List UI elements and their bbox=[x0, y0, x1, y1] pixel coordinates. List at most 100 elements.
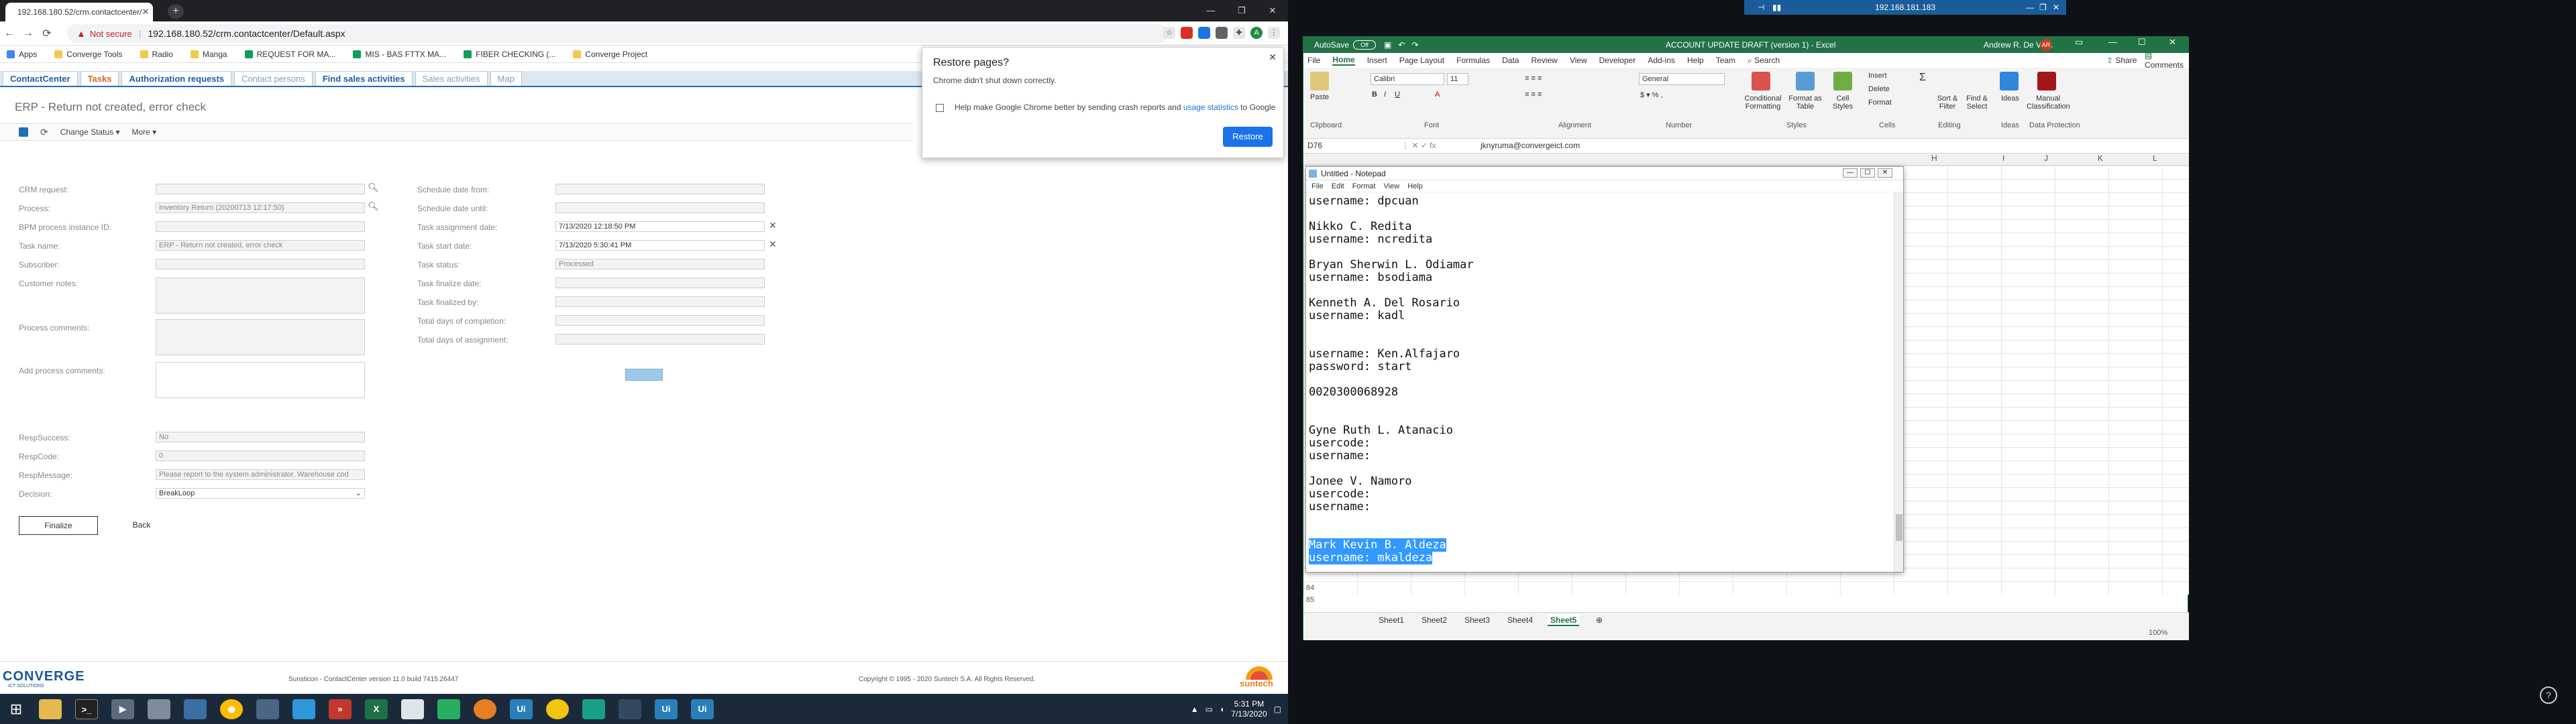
column-header[interactable]: I bbox=[2002, 154, 2004, 163]
tab-formulas[interactable]: Formulas bbox=[1456, 56, 1490, 65]
finalize-button[interactable]: Finalize bbox=[19, 516, 98, 535]
autosave-toggle[interactable]: Off bbox=[1353, 40, 1377, 50]
resp-success-field[interactable]: No bbox=[156, 432, 365, 442]
scroll-thumb[interactable] bbox=[1896, 514, 1902, 541]
tab-view[interactable]: View bbox=[1570, 56, 1587, 65]
column-header[interactable]: J bbox=[2044, 154, 2048, 163]
subscriber-field[interactable] bbox=[156, 259, 365, 269]
tab-sales-activities[interactable]: Sales activities bbox=[415, 71, 488, 86]
manual-classification-button[interactable]: Manual Classification bbox=[2027, 95, 2070, 111]
ideas-icon[interactable] bbox=[2000, 72, 2019, 90]
menu-dots-icon[interactable]: ⋮ bbox=[1268, 27, 1280, 39]
tab-review[interactable]: Review bbox=[1531, 56, 1557, 65]
add-sheet-icon[interactable]: ⊕ bbox=[1593, 614, 1605, 626]
sheet-tab[interactable]: Sheet4 bbox=[1505, 614, 1536, 626]
align-bottom-icon[interactable]: ≡ ≡ ≡ bbox=[1525, 90, 1542, 99]
new-tab-button[interactable]: + bbox=[168, 4, 184, 19]
taskbar-item[interactable] bbox=[467, 694, 503, 724]
close-icon[interactable]: ✕ bbox=[1878, 168, 1892, 178]
puzzle-icon[interactable]: ✚ bbox=[1233, 27, 1245, 39]
address-bar[interactable]: ▲ Not secure | 192.168.180.52/crm.contac… bbox=[67, 24, 1167, 43]
forward-arrow-icon[interactable]: → bbox=[19, 27, 38, 40]
restore-button[interactable]: Restore bbox=[1223, 127, 1273, 147]
schedule-until-field[interactable] bbox=[555, 202, 765, 213]
close-tab-icon[interactable]: ✕ bbox=[142, 7, 149, 17]
task-name-field[interactable]: ERP - Return not created, error check bbox=[156, 240, 365, 251]
number-format-box[interactable]: General bbox=[1639, 73, 1725, 85]
taskbar-item[interactable]: ▶ bbox=[105, 694, 141, 724]
search-icon[interactable]: 🔍︎ bbox=[368, 182, 379, 193]
taskbar-item[interactable]: Ui bbox=[684, 694, 720, 724]
tab-find-sales-activities[interactable]: Find sales activities bbox=[315, 71, 413, 86]
tab-home[interactable]: Home bbox=[1332, 55, 1355, 66]
taskbar-item[interactable] bbox=[539, 694, 576, 724]
help-icon[interactable]: ? bbox=[2540, 686, 2557, 704]
ribbon-display-icon[interactable]: ▭ bbox=[2075, 37, 2083, 48]
find-select-button[interactable]: Find & Select bbox=[1964, 95, 1990, 111]
taskbar-item[interactable]: X bbox=[358, 694, 394, 724]
bookmark-item[interactable]: Manga bbox=[190, 50, 227, 59]
days-assignment-field[interactable] bbox=[555, 334, 765, 345]
process-field[interactable]: Inventory Return (20200713 12:17:50) bbox=[156, 202, 365, 213]
extension-icon[interactable] bbox=[1181, 27, 1193, 39]
tab-insert[interactable]: Insert bbox=[1367, 56, 1387, 65]
resp-message-field[interactable]: Please report to the system administrato… bbox=[156, 469, 365, 480]
maximize-icon[interactable]: ☐ bbox=[1860, 168, 1875, 178]
tab-map[interactable]: Map bbox=[490, 71, 522, 86]
taskbar-item[interactable]: » bbox=[322, 694, 358, 724]
close-window-icon[interactable]: ✕ bbox=[1257, 0, 1288, 21]
taskbar-item[interactable] bbox=[177, 694, 213, 724]
menu-file[interactable]: File bbox=[1311, 180, 1324, 192]
notification-icon[interactable]: ▢ bbox=[1274, 705, 1281, 714]
assignment-date-field[interactable]: 7/13/2020 12:18:50 PM bbox=[555, 221, 765, 232]
clock[interactable]: 5:31 PM 7/13/2020 bbox=[1231, 699, 1267, 719]
italic-icon[interactable]: I bbox=[1384, 90, 1386, 99]
change-status-menu[interactable]: Change Status ▾ bbox=[60, 127, 120, 137]
classification-icon[interactable] bbox=[2037, 72, 2056, 90]
format-button[interactable]: Format bbox=[1868, 99, 1892, 107]
search-icon[interactable]: 🔍︎ bbox=[368, 201, 379, 212]
more-menu[interactable]: More ▾ bbox=[131, 127, 156, 137]
bookmark-item[interactable]: REQUEST FOR MA... bbox=[244, 50, 335, 59]
tab-team[interactable]: Team bbox=[1716, 56, 1735, 65]
taskbar-item[interactable] bbox=[286, 694, 322, 724]
bookmark-item[interactable]: FIBER CHECKING (... bbox=[464, 50, 555, 59]
bold-icon[interactable]: B bbox=[1372, 90, 1377, 99]
autosum-icon[interactable]: Σ bbox=[1919, 72, 1926, 84]
bookmark-item[interactable]: Converge Project bbox=[573, 50, 647, 59]
sheet-tab[interactable]: Sheet3 bbox=[1462, 614, 1493, 626]
taskbar-item[interactable] bbox=[612, 694, 648, 724]
close-icon[interactable]: ✕ bbox=[2169, 37, 2176, 48]
task-status-field[interactable]: Processed bbox=[555, 259, 765, 269]
row-number[interactable]: 85 bbox=[1306, 596, 1314, 604]
bookmark-item[interactable]: MIS - BAS FTTX MA... bbox=[353, 50, 446, 59]
insert-button[interactable]: Insert bbox=[1868, 72, 1887, 80]
taskbar-item[interactable] bbox=[250, 694, 286, 724]
volume-icon[interactable]: ◖ bbox=[1220, 705, 1224, 714]
currency-icon[interactable]: $ ▾ % , bbox=[1640, 90, 1663, 99]
taskbar-item[interactable]: >_ bbox=[68, 694, 105, 724]
browser-tab[interactable]: 192.168.180.52/crm.contactcenter/ ✕ bbox=[5, 3, 153, 21]
taskbar-item[interactable] bbox=[32, 694, 68, 724]
tab-contactcenter[interactable]: ContactCenter bbox=[3, 71, 78, 86]
crash-report-checkbox[interactable] bbox=[936, 104, 944, 112]
column-header[interactable]: L bbox=[2153, 154, 2157, 163]
delete-button[interactable]: Delete bbox=[1868, 85, 1890, 93]
pin-icon[interactable]: ⊣ bbox=[1758, 0, 1764, 15]
format-as-table-button[interactable]: Format as Table bbox=[1786, 95, 1824, 111]
sheet-tab[interactable]: Sheet1 bbox=[1376, 614, 1407, 626]
minimize-icon[interactable]: — bbox=[1843, 168, 1858, 178]
start-date-field[interactable]: 7/13/2020 5:30:41 PM bbox=[555, 240, 765, 251]
schedule-from-field[interactable] bbox=[555, 184, 765, 194]
crm-request-field[interactable] bbox=[156, 184, 365, 194]
ideas-button[interactable]: Ideas bbox=[2001, 95, 2019, 103]
tab-help[interactable]: Help bbox=[1687, 56, 1704, 65]
zoom-level[interactable]: 100% bbox=[2149, 629, 2167, 637]
conditional-formatting-button[interactable]: Conditional Formatting bbox=[1739, 95, 1786, 111]
windows-start-icon[interactable]: ⊞ bbox=[0, 694, 32, 724]
back-arrow-icon[interactable]: ← bbox=[0, 27, 19, 40]
notepad-text-area[interactable]: username: dpcuan Nikko C. Redita username… bbox=[1309, 195, 1886, 568]
share-button[interactable]: ⇪ Share bbox=[2106, 56, 2149, 65]
column-header[interactable]: K bbox=[2098, 154, 2103, 163]
paste-button[interactable]: Paste bbox=[1310, 93, 1329, 101]
